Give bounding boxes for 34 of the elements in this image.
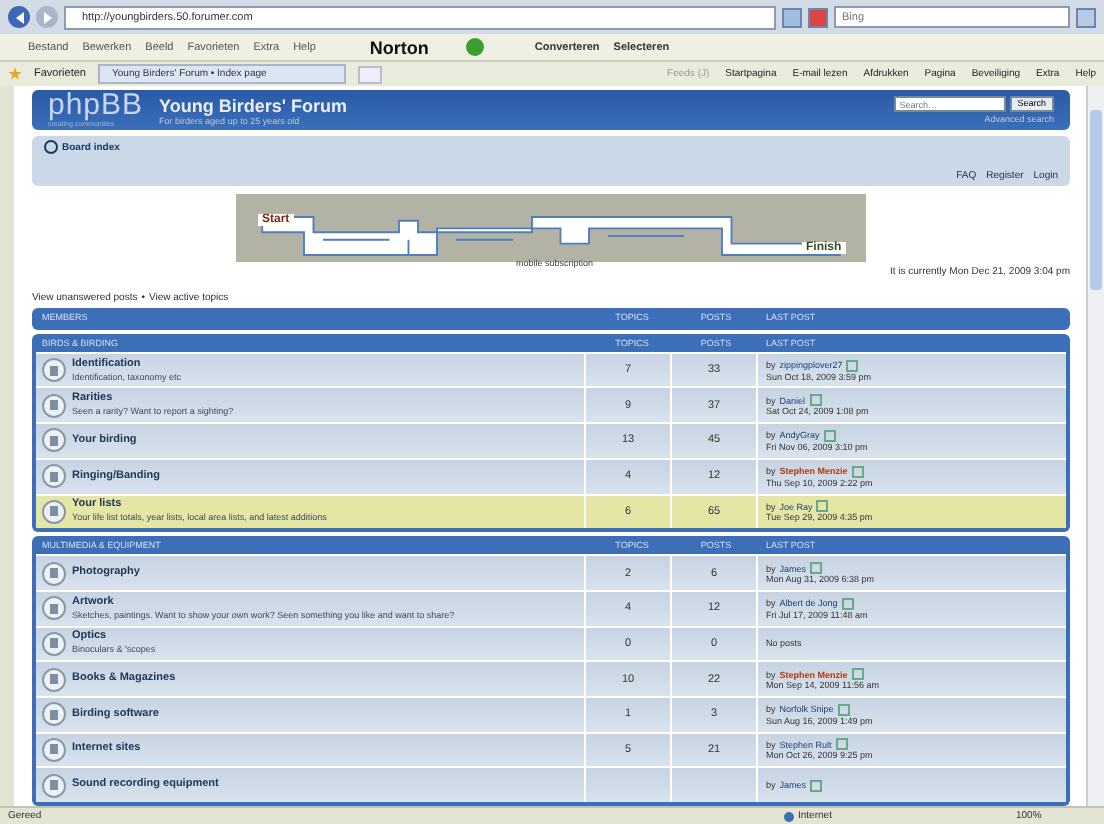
view-post-icon[interactable] [851,465,864,478]
forum-icon [42,499,66,524]
forum-icon [42,561,66,586]
view-post-icon[interactable] [841,597,854,610]
forum-icon [42,428,66,453]
check-icon[interactable] [466,38,485,56]
forum-logo[interactable]: phpBB [48,92,144,121]
view-post-icon[interactable] [823,429,836,442]
view-post-icon[interactable] [810,779,823,792]
home-icon[interactable] [44,140,58,155]
forum-icon [42,596,66,621]
norton-toolbar-button[interactable]: Norton [369,37,429,57]
forum-icon [42,631,66,656]
forum-icon [42,358,66,383]
view-post-icon[interactable] [851,668,864,681]
view-post-icon[interactable] [809,394,822,407]
scrollbar-thumb[interactable] [1090,110,1102,290]
back-button[interactable] [8,6,30,28]
forum-icon [42,702,66,727]
view-post-icon[interactable] [810,562,823,575]
forum-icon [42,464,66,489]
forum-icon [42,393,66,418]
view-post-icon[interactable] [835,738,848,751]
forum-icon [42,737,66,762]
view-post-icon[interactable] [846,359,859,372]
view-post-icon[interactable] [816,500,829,513]
new-tab-button[interactable] [358,65,382,83]
forum-title: Young Birders' Forum [159,95,350,116]
forum-icon [42,667,66,692]
forum-icon [42,773,66,798]
close-icon[interactable] [808,7,828,27]
globe-icon [784,811,794,821]
view-post-icon[interactable] [837,703,850,716]
scrollbar[interactable] [1086,86,1104,806]
